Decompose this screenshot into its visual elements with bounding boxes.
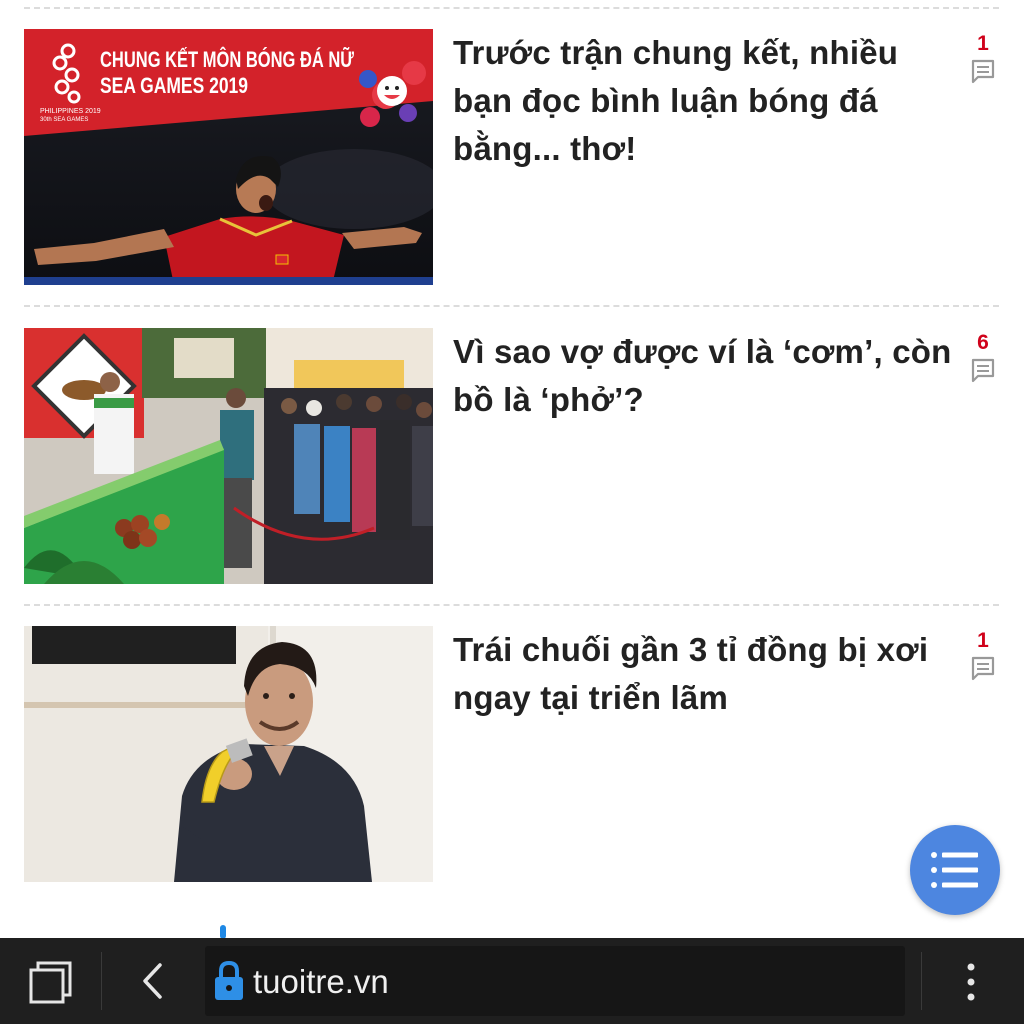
tabs-icon (29, 961, 72, 1004)
list-menu-icon (931, 852, 978, 888)
comment-count-link[interactable]: 6 (966, 331, 1000, 383)
logo-text: PHILIPPINES 2019 (40, 108, 101, 115)
comment-count-link[interactable]: 1 (966, 32, 1000, 84)
menu-fab-button[interactable] (910, 825, 1000, 915)
article-title[interactable]: Trái chuối gần 3 tỉ đồng bị xơi ngay tại… (453, 626, 958, 722)
comment-count-link[interactable]: 1 (966, 629, 1000, 681)
back-icon (143, 963, 162, 999)
overflow-menu-icon (967, 963, 975, 1001)
browser-toolbar: tuoitre.vn (0, 938, 1024, 1024)
article-item[interactable]: Vì sao vợ được ví là ‘cơm’, còn bồ là ‘p… (0, 328, 1024, 586)
divider (24, 604, 999, 606)
food-festival-image (24, 328, 433, 584)
article-thumbnail[interactable] (24, 626, 433, 882)
article-title[interactable]: Vì sao vợ được ví là ‘cơm’, còn bồ là ‘p… (453, 328, 958, 424)
comment-count: 1 (977, 629, 989, 652)
banner-text: SEA GAMES 2019 (100, 73, 248, 98)
article-thumbnail[interactable] (24, 328, 433, 584)
lock-icon (215, 960, 243, 1000)
comment-icon (971, 358, 995, 383)
banner-text: CHUNG KẾT MÔN BÓNG ĐÁ NỮ (100, 47, 355, 72)
football-player-image: PHILIPPINES 2019 30th SEA GAMES CHUNG KẾ… (24, 29, 433, 285)
comment-count: 1 (977, 32, 989, 55)
article-item[interactable]: PHILIPPINES 2019 30th SEA GAMES CHUNG KẾ… (0, 29, 1024, 287)
banana-man-image (24, 626, 433, 882)
comment-icon (971, 59, 995, 84)
comment-count: 6 (977, 331, 989, 354)
article-thumbnail[interactable]: PHILIPPINES 2019 30th SEA GAMES CHUNG KẾ… (24, 29, 433, 285)
divider (24, 305, 999, 307)
tabs-button[interactable] (0, 938, 100, 1024)
logo-text: 30th SEA GAMES (40, 117, 88, 123)
back-button[interactable] (102, 938, 202, 1024)
article-item[interactable]: Trái chuối gần 3 tỉ đồng bị xơi ngay tại… (0, 626, 1024, 884)
url-text: tuoitre.vn (253, 963, 389, 1000)
scroll-indicator (220, 925, 226, 939)
comment-icon (971, 656, 995, 681)
address-bar[interactable]: tuoitre.vn (205, 946, 905, 1016)
overflow-menu-button[interactable] (922, 938, 1024, 1024)
article-title[interactable]: Trước trận chung kết, nhiều bạn đọc bình… (453, 29, 958, 173)
divider (24, 7, 999, 9)
